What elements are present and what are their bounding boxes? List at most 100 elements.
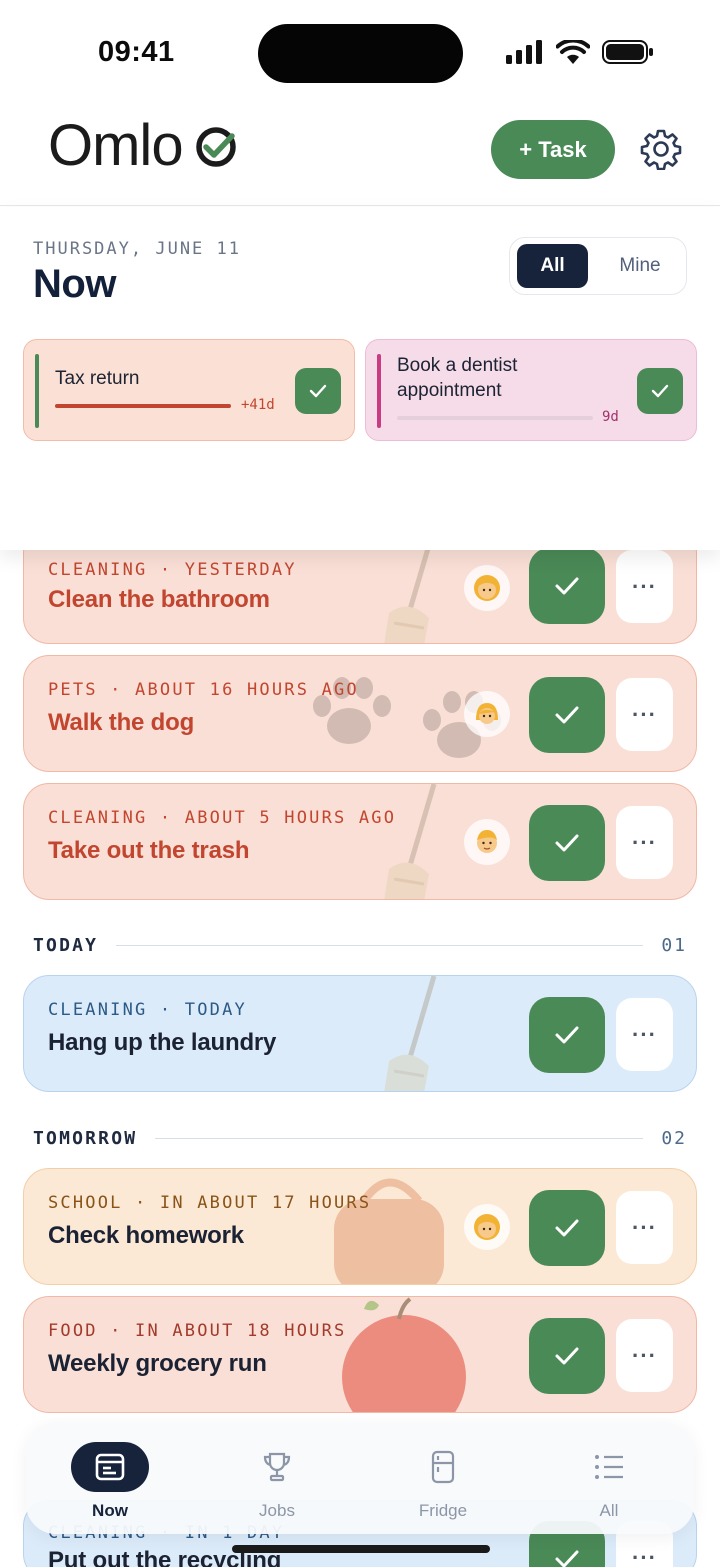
checkmark-icon bbox=[555, 1026, 579, 1044]
pinned-task-title: Tax return bbox=[55, 368, 140, 389]
pinned-task-card[interactable]: Tax return +41d bbox=[23, 339, 355, 441]
backpack-icon bbox=[334, 1178, 444, 1284]
pinned-task-title-line2: appointment bbox=[397, 380, 502, 401]
tab-all-pill bbox=[570, 1442, 648, 1492]
complete-task-button[interactable] bbox=[529, 805, 605, 881]
pinned-accent-bar bbox=[35, 354, 39, 428]
current-date: THURSDAY, JUNE 11 bbox=[33, 239, 241, 259]
tab-all[interactable]: All bbox=[549, 1422, 669, 1534]
filter-all-button[interactable]: All bbox=[517, 244, 588, 288]
assignee-avatar bbox=[464, 819, 510, 865]
checkmark-icon bbox=[555, 706, 579, 724]
broom-icon bbox=[384, 976, 437, 1091]
task-category: PETS · ABOUT 16 HOURS AGO bbox=[48, 680, 359, 700]
tab-now-pill bbox=[71, 1442, 149, 1492]
dynamic-island bbox=[258, 24, 463, 83]
task-more-button[interactable]: ··· bbox=[616, 1191, 673, 1264]
tab-label: All bbox=[599, 1501, 619, 1520]
svg-text:Omlo: Omlo bbox=[48, 114, 183, 178]
home-indicator bbox=[232, 1545, 490, 1553]
task-card[interactable]: SCHOOL · IN ABOUT 17 HOURS Check homewor… bbox=[23, 1168, 697, 1285]
page-title: Now bbox=[33, 262, 116, 306]
pinned-days: 9d bbox=[602, 409, 619, 425]
task-card[interactable]: FOOD · IN ABOUT 18 HOURS Weekly grocery … bbox=[23, 1296, 697, 1413]
task-card[interactable]: CLEANING · TODAY Hang up the laundry ··· bbox=[23, 975, 697, 1092]
checkmark-icon bbox=[555, 1550, 579, 1567]
list-icon bbox=[595, 1455, 623, 1479]
wifi-icon bbox=[556, 39, 590, 64]
complete-task-button[interactable] bbox=[529, 1318, 605, 1394]
filter-mine-button[interactable]: Mine bbox=[600, 244, 680, 288]
bottom-tab-bar: Now Jobs Fridge All bbox=[26, 1422, 694, 1534]
status-icons bbox=[506, 38, 654, 66]
tab-now[interactable]: Now bbox=[50, 1422, 170, 1534]
woman-avatar-icon bbox=[474, 575, 500, 601]
pinned-task-card[interactable]: Book a dentist appointment 9d bbox=[365, 339, 697, 441]
filter-segmented-control: All Mine bbox=[509, 237, 687, 295]
task-more-button[interactable]: ··· bbox=[616, 806, 673, 879]
pinned-progress-track bbox=[397, 416, 593, 420]
task-more-button[interactable]: ··· bbox=[616, 1319, 673, 1392]
apple-icon bbox=[342, 1297, 466, 1412]
checkmark-icon bbox=[309, 384, 327, 398]
section-count: 02 bbox=[661, 1127, 687, 1149]
complete-task-button[interactable] bbox=[529, 548, 605, 624]
task-more-button[interactable]: ··· bbox=[616, 550, 673, 623]
task-title: Take out the trash bbox=[48, 837, 250, 864]
complete-pinned-button[interactable] bbox=[637, 368, 683, 414]
tab-label: Now bbox=[92, 1501, 128, 1520]
section-count: 01 bbox=[661, 934, 687, 956]
task-card[interactable]: CLEANING · ABOUT 5 HOURS AGO Take out th… bbox=[23, 783, 697, 900]
app-header: Omlo + Task bbox=[0, 100, 720, 206]
tab-fridge-pill bbox=[404, 1442, 482, 1492]
status-bar: 09:41 bbox=[0, 0, 720, 100]
task-title: Check homework bbox=[48, 1222, 244, 1249]
tab-fridge[interactable]: Fridge bbox=[383, 1422, 503, 1534]
checkmark-icon bbox=[651, 384, 669, 398]
task-more-button[interactable]: ··· bbox=[616, 678, 673, 751]
pinned-accent-bar bbox=[377, 354, 381, 428]
trophy-icon bbox=[263, 1452, 291, 1482]
complete-task-button[interactable] bbox=[529, 997, 605, 1073]
section-header-today: TODAY 01 bbox=[33, 933, 687, 957]
checkmark-icon bbox=[555, 577, 579, 595]
section-label: TOMORROW bbox=[33, 1127, 138, 1149]
complete-task-button[interactable] bbox=[529, 1190, 605, 1266]
complete-task-button[interactable] bbox=[529, 677, 605, 753]
task-category: CLEANING · TODAY bbox=[48, 1000, 247, 1020]
section-header-tomorrow: TOMORROW 02 bbox=[33, 1126, 687, 1150]
task-category: CLEANING · YESTERDAY bbox=[48, 560, 297, 580]
man-avatar-icon bbox=[477, 830, 497, 853]
tab-jobs[interactable]: Jobs bbox=[217, 1422, 337, 1534]
checkmark-icon bbox=[555, 1347, 579, 1365]
task-category: CLEANING · ABOUT 5 HOURS AGO bbox=[48, 808, 397, 828]
fridge-icon bbox=[431, 1450, 455, 1484]
section-label: TODAY bbox=[33, 934, 99, 956]
section-divider bbox=[155, 1137, 644, 1139]
pinned-task-title-line1: Book a dentist bbox=[397, 355, 518, 376]
task-more-button[interactable]: ··· bbox=[616, 998, 673, 1071]
assignee-avatar bbox=[464, 1204, 510, 1250]
settings-gear-icon[interactable] bbox=[640, 128, 682, 170]
now-panel: THURSDAY, JUNE 11 Now All Mine Tax retur… bbox=[0, 207, 720, 550]
task-category: FOOD · IN ABOUT 18 HOURS bbox=[48, 1321, 347, 1341]
signal-icon bbox=[506, 40, 542, 64]
assignee-avatar bbox=[464, 565, 510, 611]
task-title: Clean the bathroom bbox=[48, 586, 270, 613]
pinned-days: +41d bbox=[241, 397, 275, 413]
checkmark-icon bbox=[555, 834, 579, 852]
calendar-icon bbox=[95, 1453, 125, 1481]
battery-icon bbox=[602, 40, 653, 64]
tab-jobs-pill bbox=[238, 1442, 316, 1492]
pinned-task-title: Book a dentist appointment bbox=[397, 353, 517, 403]
task-title: Hang up the laundry bbox=[48, 1029, 277, 1056]
complete-pinned-button[interactable] bbox=[295, 368, 341, 414]
task-card[interactable]: PETS · ABOUT 16 HOURS AGO Walk the dog ·… bbox=[23, 655, 697, 772]
checkmark-icon bbox=[555, 1219, 579, 1237]
tab-label: Jobs bbox=[259, 1501, 295, 1520]
add-task-button[interactable]: + Task bbox=[491, 120, 615, 179]
assignee-avatar bbox=[464, 691, 510, 737]
task-title: Weekly grocery run bbox=[48, 1350, 267, 1377]
tab-label: Fridge bbox=[418, 1501, 468, 1520]
pinned-progress-bar bbox=[55, 404, 231, 408]
